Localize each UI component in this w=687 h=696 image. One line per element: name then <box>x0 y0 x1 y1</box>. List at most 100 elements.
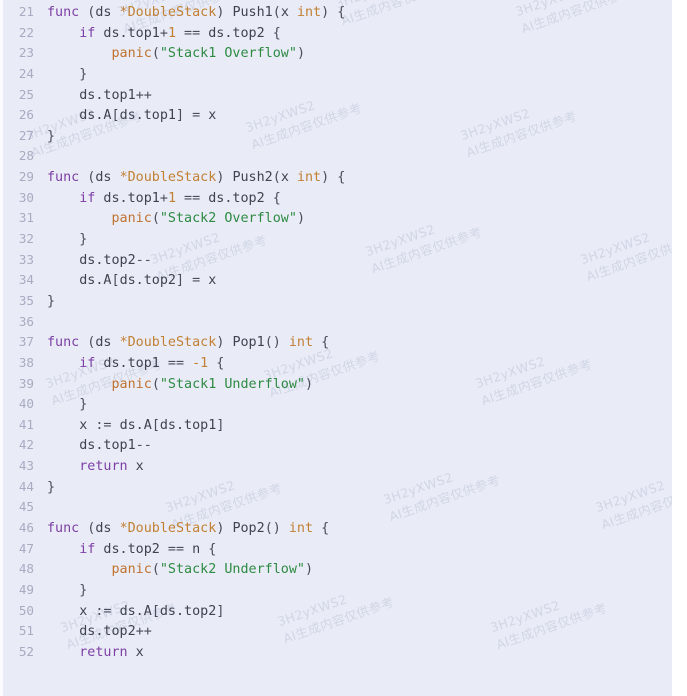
code-token: == <box>176 25 209 41</box>
code-token: ) { <box>321 5 346 20</box>
code-line[interactable]: 50 x := ds.A[ds.top2] <box>3 601 672 622</box>
line-number: 21 <box>18 4 34 19</box>
code-line[interactable]: 48 panic("Stack2 Underflow") <box>3 559 672 580</box>
code-token: ( <box>151 46 160 62</box>
code-token: ( <box>272 170 281 186</box>
code-line[interactable]: 46 func (ds *DoubleStack) Pop2() int { <box>3 518 672 539</box>
code-token: x <box>280 5 297 20</box>
line-content[interactable]: ds.top2-- <box>47 251 672 272</box>
code-line[interactable]: 49 } <box>3 580 672 601</box>
code-token: panic <box>111 46 152 62</box>
code-viewer[interactable]: 3H2yXWS2AI生成内容仅供参考3H2yXWS2AI生成内容仅供参考3H2y… <box>0 0 672 696</box>
code-line[interactable]: 51 ds.top2++ <box>3 621 672 642</box>
code-line[interactable]: 27} <box>3 126 672 147</box>
code-token: "Stack2 Overflow" <box>159 211 297 227</box>
line-content[interactable]: } <box>47 230 672 251</box>
code-line[interactable]: 52 return x <box>3 642 672 663</box>
code-token: if <box>79 25 96 41</box>
code-token: { <box>313 521 330 537</box>
code-token: } <box>47 66 88 82</box>
code-line[interactable]: 33 ds.top2-- <box>3 250 672 271</box>
code-line[interactable]: 25 ds.top1++ <box>3 85 672 106</box>
code-line[interactable]: 28 <box>3 146 672 167</box>
line-number: 25 <box>18 86 34 102</box>
code-line[interactable]: 26 ds.A[ds.top1] = x <box>3 105 672 126</box>
line-content[interactable]: ds.top1++ <box>47 86 672 107</box>
line-content[interactable]: ds.top2++ <box>47 622 672 643</box>
line-content[interactable]: } <box>47 478 672 499</box>
code-line[interactable]: 35} <box>3 291 672 312</box>
code-token: func <box>47 521 80 537</box>
line-content[interactable]: panic("Stack1 Overflow") <box>47 44 672 65</box>
line-number: 47 <box>18 540 34 556</box>
line-content[interactable]: ds.A[ds.top2] = x <box>47 271 672 292</box>
line-content[interactable]: func (ds *DoubleStack) Pop1() int { <box>47 333 672 354</box>
code-line[interactable]: 21 func (ds *DoubleStack) Push1(x int) { <box>3 2 672 23</box>
code-token: ( <box>151 376 160 392</box>
line-content[interactable]: panic("Stack2 Underflow") <box>47 560 672 581</box>
code-line[interactable]: 36 <box>3 312 672 333</box>
line-content[interactable]: } <box>47 65 672 86</box>
code-line[interactable]: 24 } <box>3 64 672 85</box>
line-content[interactable]: ds.top1-- <box>47 436 672 457</box>
line-number: 43 <box>18 458 34 474</box>
line-content[interactable]: x := ds.A[ds.top1] <box>47 416 672 437</box>
code-line[interactable]: 22 if ds.top1+1 == ds.top2 { <box>3 23 672 44</box>
code-token: 1 <box>167 190 176 206</box>
code-line[interactable]: 42 ds.top1-- <box>3 435 672 456</box>
code-line[interactable]: 23 panic("Stack1 Overflow") <box>3 43 672 64</box>
code-line[interactable]: 45 <box>3 497 672 518</box>
line-content[interactable]: return x <box>47 457 672 478</box>
code-line[interactable]: 39 panic("Stack1 Underflow") <box>3 374 672 395</box>
code-token: int <box>296 170 322 186</box>
line-content[interactable]: func (ds *DoubleStack) Push2(x int) { <box>47 168 672 189</box>
code-line[interactable]: 47 if ds.top2 == n { <box>3 539 672 560</box>
code-token: if <box>79 541 96 557</box>
code-token: ) { <box>321 170 346 186</box>
line-content[interactable]: if ds.top1 == -1 { <box>47 354 672 375</box>
code-line[interactable]: 29 func (ds *DoubleStack) Push2(x int) { <box>3 167 672 188</box>
line-content[interactable]: } <box>47 127 672 148</box>
line-content[interactable]: if ds.top2 == n { <box>47 540 672 561</box>
line-content[interactable]: } <box>47 292 672 313</box>
line-content[interactable]: func (ds *DoubleStack) Push1(x int) { <box>47 3 672 24</box>
line-content[interactable]: if ds.top1+1 == ds.top2 { <box>47 189 672 210</box>
code-line[interactable]: 41 x := ds.A[ds.top1] <box>3 415 672 436</box>
code-lines-container[interactable]: 21 func (ds *DoubleStack) Push1(x int) {2… <box>3 0 672 663</box>
code-token: ds <box>95 5 112 20</box>
code-token: *DoubleStack <box>119 335 217 351</box>
code-line[interactable]: 31 panic("Stack2 Overflow") <box>3 208 672 229</box>
code-token: } <box>47 232 88 248</box>
line-content[interactable]: return x <box>47 643 672 664</box>
code-token: ds.top1 <box>79 87 136 103</box>
line-content[interactable]: ds.A[ds.top1] = x <box>47 106 672 127</box>
code-token: ds.top1 <box>95 25 160 41</box>
code-token: ( <box>79 170 96 186</box>
line-content[interactable]: x := ds.A[ds.top2] <box>47 602 672 623</box>
line-content[interactable]: panic("Stack1 Underflow") <box>47 375 672 396</box>
line-content[interactable]: } <box>47 395 672 416</box>
line-content[interactable]: func (ds *DoubleStack) Pop2() int { <box>47 519 672 540</box>
line-content[interactable]: } <box>47 581 672 602</box>
code-line[interactable]: 34 ds.A[ds.top2] = x <box>3 270 672 291</box>
line-content[interactable]: panic("Stack2 Overflow") <box>47 209 672 230</box>
code-line[interactable]: 44} <box>3 477 672 498</box>
code-line[interactable]: 43 return x <box>3 456 672 477</box>
line-number: 24 <box>18 65 34 81</box>
code-token: ) <box>296 211 305 227</box>
code-token: "Stack1 Overflow" <box>159 46 297 62</box>
code-line[interactable]: 38 if ds.top1 == -1 { <box>3 353 672 374</box>
code-token: ds.top1 <box>95 355 160 371</box>
code-line[interactable]: 32 } <box>3 229 672 250</box>
code-line[interactable]: 40 } <box>3 394 672 415</box>
code-line[interactable]: 37 func (ds *DoubleStack) Pop1() int { <box>3 332 672 353</box>
code-token: func <box>47 170 80 186</box>
line-content[interactable]: if ds.top1+1 == ds.top2 { <box>47 24 672 45</box>
code-line[interactable]: 30 if ds.top1+1 == ds.top2 { <box>3 188 672 209</box>
